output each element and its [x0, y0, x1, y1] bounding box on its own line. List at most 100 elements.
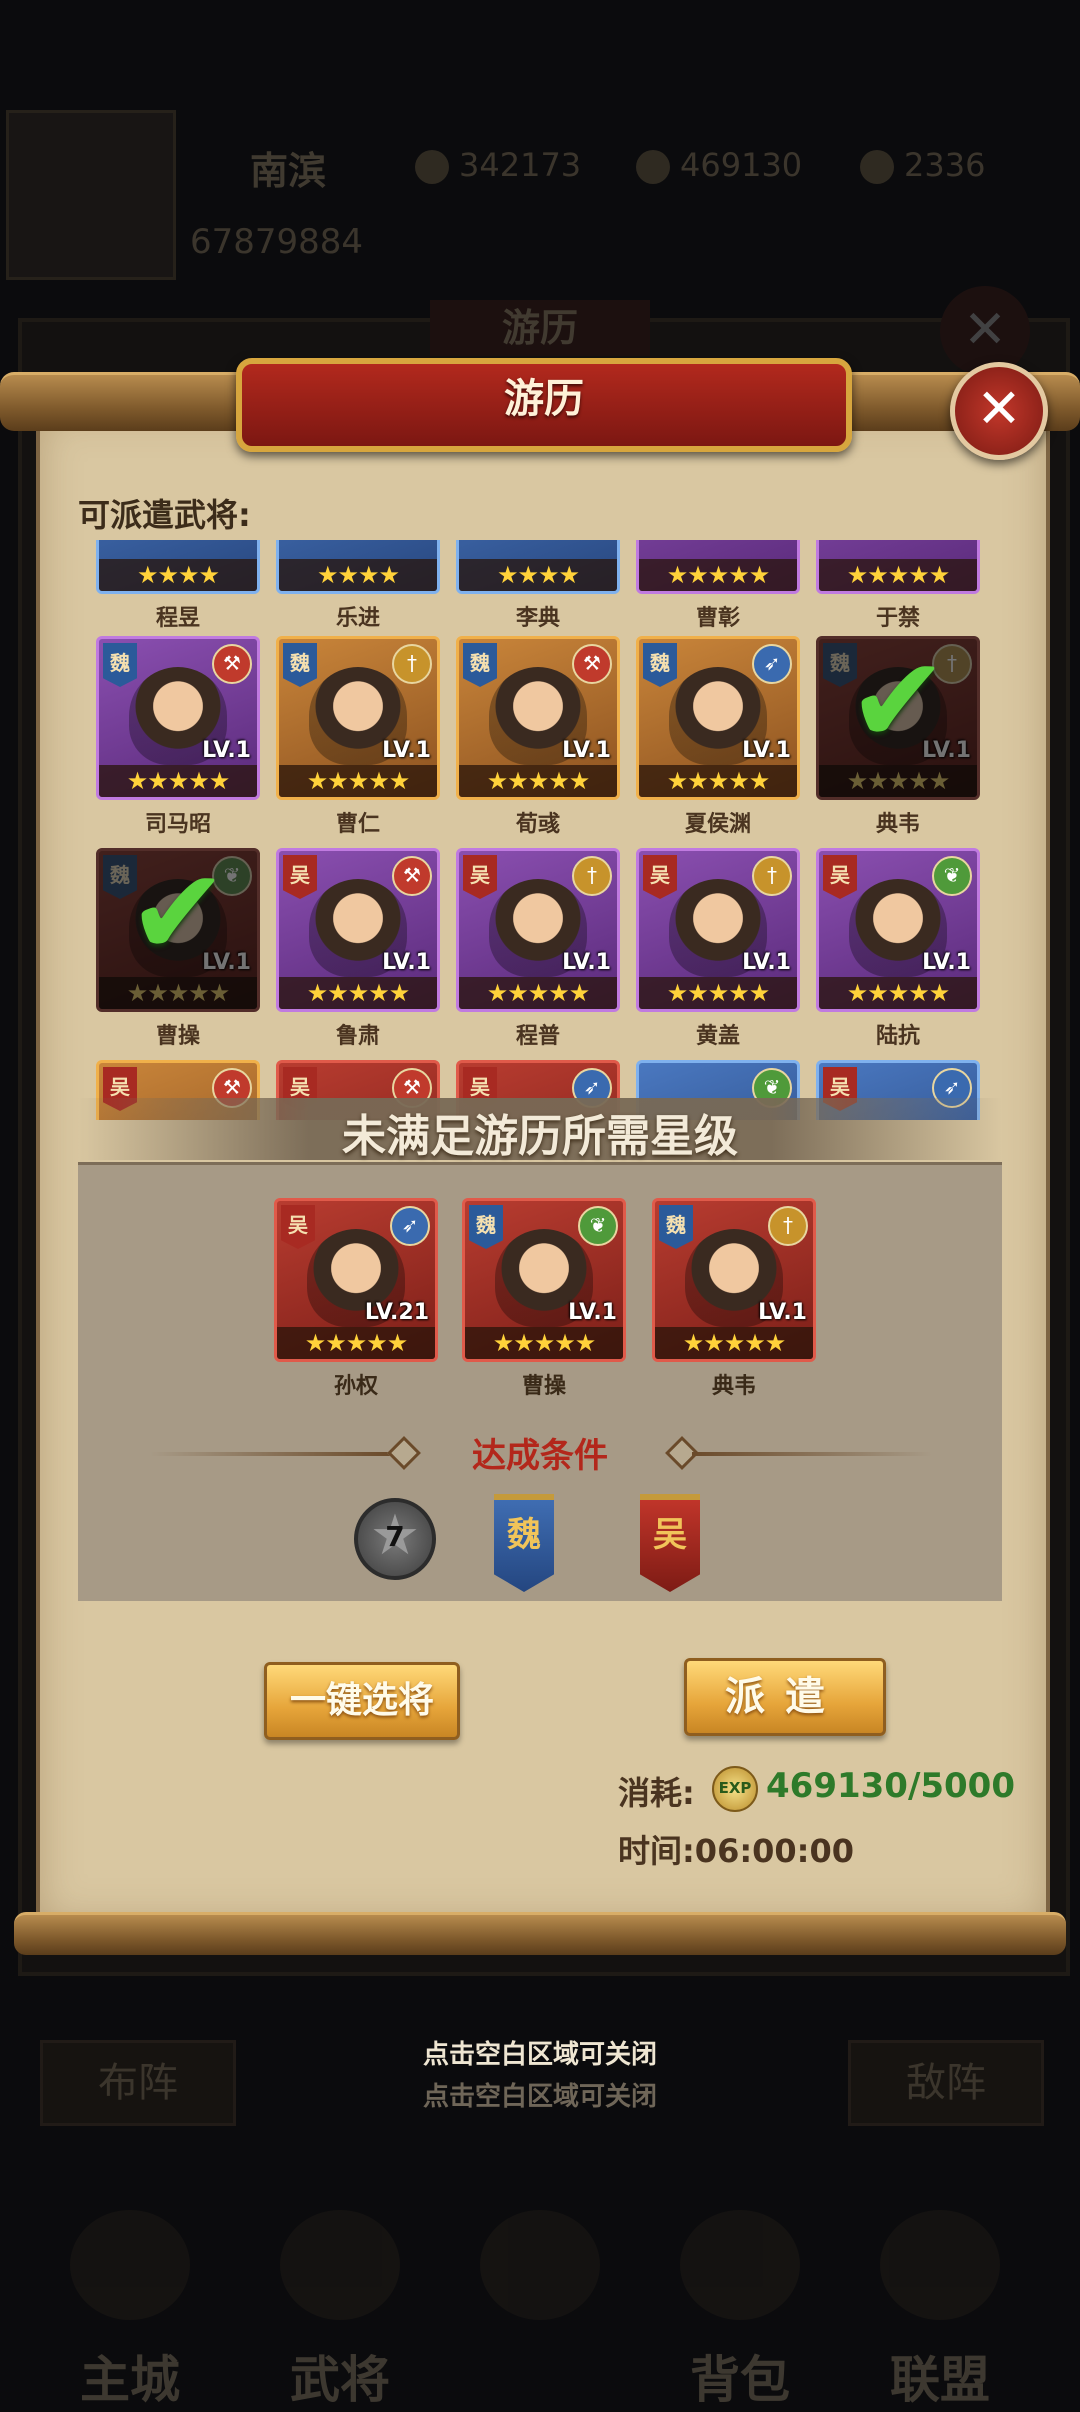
unmet-hero-sunquan[interactable]: 吴 ➶ LV.21 ★★★★★ 孙权 — [274, 1198, 438, 1400]
cost-label: 消耗: — [618, 1774, 695, 1812]
hero-name: 司马昭 — [144, 812, 211, 837]
star-requirement-badge: ★ 7 — [354, 1498, 436, 1580]
hero-stars: ★★★★★ — [99, 765, 257, 797]
sword-icon: † — [392, 644, 432, 684]
hero-card-lukang[interactable]: 吴 ❦ LV.1 ★★★★★ 陆抗 — [816, 848, 980, 1050]
bag-icon — [680, 2210, 800, 2320]
close-hint[interactable]: 点击空白区域可关闭 — [0, 2034, 1080, 2071]
hero-card-xunyu[interactable]: 魏 ⚒ LV.1 ★★★★★ 荀彧 — [456, 636, 620, 838]
unmet-hero-caocao[interactable]: 魏 ❦ LV.1 ★★★★★ 曹操 — [462, 1198, 626, 1400]
gold-icon — [636, 150, 670, 184]
alliance-icon — [880, 2210, 1000, 2320]
hero-stars: ★★★★★ — [639, 559, 797, 591]
hero-card-lejin[interactable]: ★★★★ 乐进 — [276, 540, 440, 632]
bow-icon: ➶ — [390, 1206, 430, 1246]
hero-name: 曹操 — [521, 1374, 566, 1399]
exp-icon: EXP — [712, 1766, 758, 1812]
hero-name: 曹操 — [155, 1024, 200, 1049]
hero-stars: ★★★★★ — [459, 977, 617, 1009]
hero-card-yujin[interactable]: ★★★★★ 于禁 — [816, 540, 980, 632]
hero-portrait-card: ★★★★ — [456, 540, 620, 594]
bow-icon: ➶ — [752, 644, 792, 684]
faction-badge: 魏 — [469, 1205, 503, 1249]
hero-name: 于禁 — [875, 606, 920, 631]
hero-name: 曹彰 — [695, 606, 740, 631]
hero-level: LV.1 — [758, 1300, 807, 1325]
hero-portrait-card: ★★★★★ — [816, 540, 980, 594]
faction-badge: 吴 — [463, 855, 497, 899]
dispatch-button[interactable]: 派遣 — [684, 1658, 886, 1736]
faction-badge: 魏 — [463, 643, 497, 687]
dialog-title: 游历 — [504, 376, 584, 422]
hero-portrait-card: ★★★★★ — [636, 540, 800, 594]
hero-card-huanggai[interactable]: 吴 † LV.1 ★★★★★ 黄盖 — [636, 848, 800, 1050]
player-name: 南滨 — [250, 149, 327, 193]
background-window-title: 游历 — [430, 300, 650, 356]
close-hint-shadow: 点击空白区域可关闭 — [422, 2082, 657, 2112]
hero-stars: ★★★★★ — [819, 977, 977, 1009]
hero-card-caocao-selected[interactable]: 魏 ❦ LV.1 ★★★★★ ✔ 曹操 — [96, 848, 260, 1050]
faction-badge: 魏 — [283, 643, 317, 687]
cost-value: 469130/5000 — [766, 1766, 1015, 1806]
sword-icon: † — [752, 856, 792, 896]
unmet-warning-text: 未满足游历所需星级 — [342, 1111, 738, 1162]
hero-card-chengyu[interactable]: ★★★★ 程昱 — [96, 540, 260, 632]
hero-level: LV.1 — [562, 738, 611, 763]
resource-gold: 469130 — [636, 146, 802, 184]
axe-icon: ⚒ — [572, 644, 612, 684]
hero-name: 黄盖 — [695, 1024, 740, 1049]
sword-icon: † — [572, 856, 612, 896]
hero-portrait-card: 吴 ⚒ LV.1 ★★★★★ — [276, 848, 440, 1012]
hero-stars: ★★★★★ — [465, 1327, 623, 1359]
wei-faction-banner: 魏 — [494, 1494, 554, 1592]
faction-badge: 吴 — [281, 1205, 315, 1249]
unmet-hero-dianwei[interactable]: 魏 † LV.1 ★★★★★ 典韦 — [652, 1198, 816, 1400]
hero-name: 典韦 — [875, 812, 920, 837]
hero-scroll-list[interactable]: ★★★★ 程昱 ★★★★ 乐进 ★★★★ 李典 ★★★★★ 曹彰 ★★★★★ 于… — [78, 540, 1002, 1120]
hero-card-lusu[interactable]: 吴 ⚒ LV.1 ★★★★★ 鲁肃 — [276, 848, 440, 1050]
resource-diamond: 2336 — [860, 146, 985, 184]
hero-name: 鲁肃 — [335, 1024, 380, 1049]
hero-stars: ★★★★★ — [279, 977, 437, 1009]
nav-bag: 背包 — [650, 2210, 830, 2412]
hero-portrait-card: 吴 † LV.1 ★★★★★ — [636, 848, 800, 1012]
hero-stars: ★★★★ — [279, 559, 437, 591]
hero-stars: ★★★★★ — [639, 977, 797, 1009]
resource-gems: 342173 — [415, 146, 581, 184]
hero-name: 程昱 — [155, 606, 200, 631]
hero-card-dianwei-selected[interactable]: 魏 † LV.1 ★★★★★ ✔ 典韦 — [816, 636, 980, 838]
hero-portrait-card: 魏 † LV.1 ★★★★★ — [652, 1198, 816, 1362]
axe-icon: ⚒ — [212, 644, 252, 684]
available-generals-label: 可派遣武将: — [78, 496, 251, 534]
hero-card-xiahouyuan[interactable]: 魏 ➶ LV.1 ★★★★★ 夏侯渊 — [636, 636, 800, 838]
hero-card-caoren[interactable]: 魏 † LV.1 ★★★★★ 曹仁 — [276, 636, 440, 838]
battle-icon — [480, 2210, 600, 2320]
gem-icon — [415, 150, 449, 184]
hero-level: LV.1 — [382, 950, 431, 975]
hero-stars: ★★★★★ — [639, 765, 797, 797]
nav-alliance: 联盟 — [850, 2210, 1030, 2412]
diamond-icon — [860, 150, 894, 184]
hero-card-chengpu[interactable]: 吴 † LV.1 ★★★★★ 程普 — [456, 848, 620, 1050]
hero-portrait-card: 吴 ❦ LV.1 ★★★★★ — [816, 848, 980, 1012]
background-close-icon: ✕ — [940, 286, 1030, 376]
hero-card-caozhang[interactable]: ★★★★★ 曹彰 — [636, 540, 800, 632]
hero-card-simazhao[interactable]: 魏 ⚒ LV.1 ★★★★★ 司马昭 — [96, 636, 260, 838]
sword-icon: † — [768, 1206, 808, 1246]
wu-faction-banner: 吴 — [640, 1494, 700, 1592]
condition-divider-right — [692, 1452, 932, 1456]
faction-badge: 吴 — [823, 855, 857, 899]
condition-title: 达成条件 — [472, 1436, 608, 1476]
leaf-icon: ❦ — [578, 1206, 618, 1246]
hero-level: LV.1 — [922, 950, 971, 975]
hero-level: LV.1 — [382, 738, 431, 763]
hero-stars: ★★★★★ — [279, 765, 437, 797]
hero-card-lidian[interactable]: ★★★★ 李典 — [456, 540, 620, 632]
hero-portrait-card: 吴 † LV.1 ★★★★★ — [456, 848, 620, 1012]
scroll-roller-bottom — [14, 1912, 1066, 1955]
hero-stars: ★★★★★ — [819, 559, 977, 591]
auto-select-button[interactable]: 一键选将 — [264, 1662, 460, 1740]
hero-name: 李典 — [515, 606, 560, 631]
city-icon — [70, 2210, 190, 2320]
close-button[interactable]: ✕ — [950, 362, 1048, 460]
